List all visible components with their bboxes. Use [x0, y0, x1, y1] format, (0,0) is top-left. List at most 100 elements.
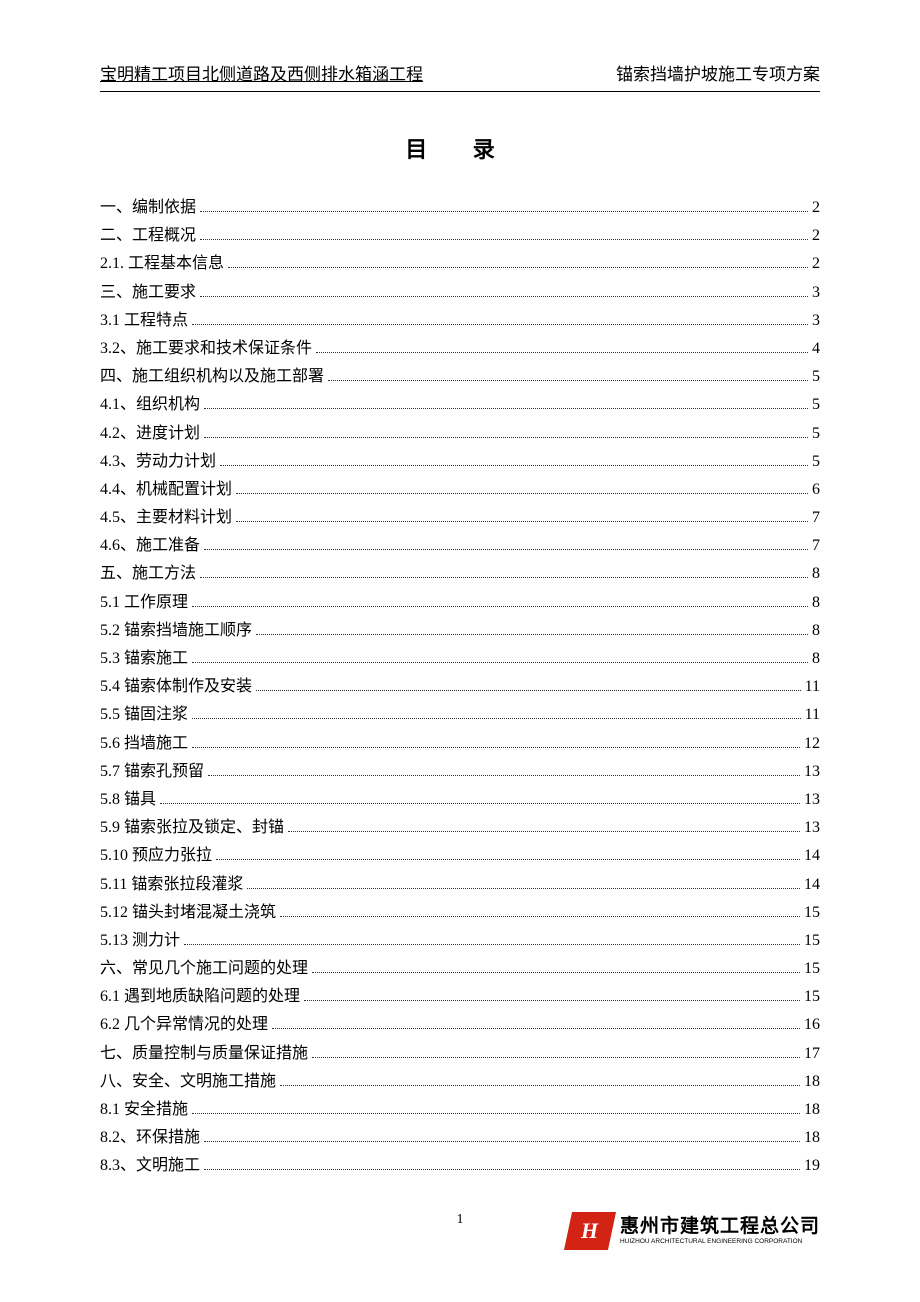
company-branding: H 惠州市建筑工程总公司 HUIZHOU ARCHITECTURAL ENGIN…: [568, 1212, 820, 1250]
toc-entry-label: 5.3 锚索施工: [100, 645, 188, 672]
toc-entry-label: 一、编制依据: [100, 194, 196, 221]
toc-leader-dots: [312, 959, 800, 973]
toc-entry-page: 11: [805, 701, 820, 728]
toc-entry: 8.3、文明施工 19: [100, 1152, 820, 1179]
toc-entry: 二、工程概况2: [100, 222, 820, 249]
toc-leader-dots: [220, 452, 808, 466]
header-right-title: 锚索挡墙护坡施工专项方案: [616, 60, 820, 85]
toc-entry: 六、常见几个施工问题的处理15: [100, 955, 820, 982]
toc-entry: 5.5 锚固注浆 11: [100, 701, 820, 728]
toc-entry: 5.3 锚索施工8: [100, 645, 820, 672]
toc-leader-dots: [204, 1128, 800, 1142]
toc-entry: 8.2、环保措施18: [100, 1124, 820, 1151]
toc-entry-label: 4.1、组织机构: [100, 391, 200, 418]
toc-entry-page: 2: [812, 250, 820, 277]
toc-leader-dots: [204, 536, 808, 550]
toc-entry-page: 8: [812, 560, 820, 587]
toc-entry-page: 14: [804, 871, 820, 898]
toc-leader-dots: [236, 480, 808, 494]
toc-entry-label: 八、安全、文明施工措施: [100, 1068, 276, 1095]
toc-entry-label: 七、质量控制与质量保证措施: [100, 1040, 308, 1067]
toc-entry: 8.1 安全措施 18: [100, 1096, 820, 1123]
toc-leader-dots: [192, 734, 800, 748]
toc-entry: 5.8 锚具13: [100, 786, 820, 813]
toc-entry-page: 13: [804, 758, 820, 785]
toc-leader-dots: [312, 1044, 800, 1058]
toc-entry-page: 13: [804, 814, 820, 841]
toc-entry: 5.10 预应力张拉14: [100, 842, 820, 869]
company-name-cn: 惠州市建筑工程总公司: [620, 1217, 820, 1238]
toc-entry-label: 6.2 几个异常情况的处理: [100, 1011, 268, 1038]
toc-leader-dots: [256, 621, 808, 635]
toc-leader-dots: [280, 903, 800, 917]
toc-entry-page: 6: [812, 476, 820, 503]
toc-leader-dots: [328, 367, 808, 381]
toc-entry-label: 5.4 锚索体制作及安装: [100, 673, 252, 700]
toc-entry-label: 4.3、劳动力计划: [100, 448, 216, 475]
toc-entry-page: 2: [812, 194, 820, 221]
toc-entry: 4.3、劳动力计划5: [100, 448, 820, 475]
toc-entry-page: 19: [804, 1152, 820, 1179]
toc-leader-dots: [280, 1072, 800, 1086]
toc-entry-label: 5.5 锚固注浆: [100, 701, 188, 728]
toc-entry-label: 4.2、进度计划: [100, 420, 200, 447]
toc-entry-label: 5.11 锚索张拉段灌浆: [100, 871, 243, 898]
toc-leader-dots: [247, 875, 800, 889]
toc-entry: 6.2 几个异常情况的处理 16: [100, 1011, 820, 1038]
toc-leader-dots: [192, 706, 801, 720]
toc-entry-label: 8.1 安全措施: [100, 1096, 188, 1123]
toc-leader-dots: [200, 226, 808, 240]
toc-entry-page: 11: [805, 673, 820, 700]
toc-entry-page: 13: [804, 786, 820, 813]
table-of-contents: 一、编制依据2二、工程概况22.1. 工程基本信息2三、施工要求33.1 工程特…: [100, 194, 820, 1180]
toc-entry-label: 5.9 锚索张拉及锁定、封锚: [100, 814, 284, 841]
toc-entry-label: 8.3、文明施工: [100, 1152, 200, 1179]
toc-entry-page: 12: [804, 730, 820, 757]
toc-heading: 目 录: [100, 132, 820, 164]
toc-entry-page: 7: [812, 532, 820, 559]
toc-entry-page: 18: [804, 1068, 820, 1095]
toc-entry-page: 5: [812, 391, 820, 418]
toc-entry: 5.11 锚索张拉段灌浆 14: [100, 871, 820, 898]
toc-entry-page: 14: [804, 842, 820, 869]
toc-entry-page: 17: [804, 1040, 820, 1067]
toc-entry: 七、质量控制与质量保证措施 17: [100, 1040, 820, 1067]
toc-leader-dots: [204, 424, 808, 438]
company-text-block: 惠州市建筑工程总公司 HUIZHOU ARCHITECTURAL ENGINEE…: [620, 1217, 820, 1245]
toc-entry-page: 7: [812, 504, 820, 531]
toc-leader-dots: [192, 593, 808, 607]
company-name-en: HUIZHOU ARCHITECTURAL ENGINEERING CORPOR…: [620, 1238, 820, 1245]
toc-entry: 3.2、施工要求和技术保证条件4: [100, 335, 820, 362]
logo-letter: H: [581, 1218, 598, 1244]
toc-leader-dots: [192, 311, 808, 325]
toc-entry: 4.2、进度计划 5: [100, 420, 820, 447]
toc-entry-label: 5.2 锚索挡墙施工顺序: [100, 617, 252, 644]
toc-entry-page: 16: [804, 1011, 820, 1038]
toc-leader-dots: [304, 987, 800, 1001]
document-page: 宝明精工项目北侧道路及西侧排水箱涵工程 锚索挡墙护坡施工专项方案 目 录 一、编…: [0, 0, 920, 1180]
toc-entry: 5.1 工作原理8: [100, 589, 820, 616]
toc-leader-dots: [200, 198, 808, 212]
toc-entry: 5.12 锚头封堵混凝土浇筑 15: [100, 899, 820, 926]
toc-leader-dots: [192, 649, 808, 663]
toc-entry-label: 三、施工要求: [100, 279, 196, 306]
toc-entry: 3.1 工程特点3: [100, 307, 820, 334]
toc-entry-page: 15: [804, 899, 820, 926]
toc-entry-page: 3: [812, 307, 820, 334]
toc-leader-dots: [184, 931, 800, 945]
toc-entry-label: 六、常见几个施工问题的处理: [100, 955, 308, 982]
toc-entry-label: 5.12 锚头封堵混凝土浇筑: [100, 899, 276, 926]
toc-leader-dots: [228, 255, 808, 269]
toc-leader-dots: [316, 339, 808, 353]
toc-entry: 6.1 遇到地质缺陷问题的处理15: [100, 983, 820, 1010]
toc-entry: 五、施工方法8: [100, 560, 820, 587]
toc-entry: 四、施工组织机构以及施工部署5: [100, 363, 820, 390]
toc-entry-page: 5: [812, 420, 820, 447]
toc-entry-page: 15: [804, 927, 820, 954]
company-logo-icon: H: [564, 1212, 616, 1250]
toc-leader-dots: [288, 818, 800, 832]
toc-entry: 4.5、主要材料计划7: [100, 504, 820, 531]
toc-entry-page: 18: [804, 1096, 820, 1123]
toc-entry-label: 6.1 遇到地质缺陷问题的处理: [100, 983, 300, 1010]
toc-entry: 4.4、机械配置计划6: [100, 476, 820, 503]
